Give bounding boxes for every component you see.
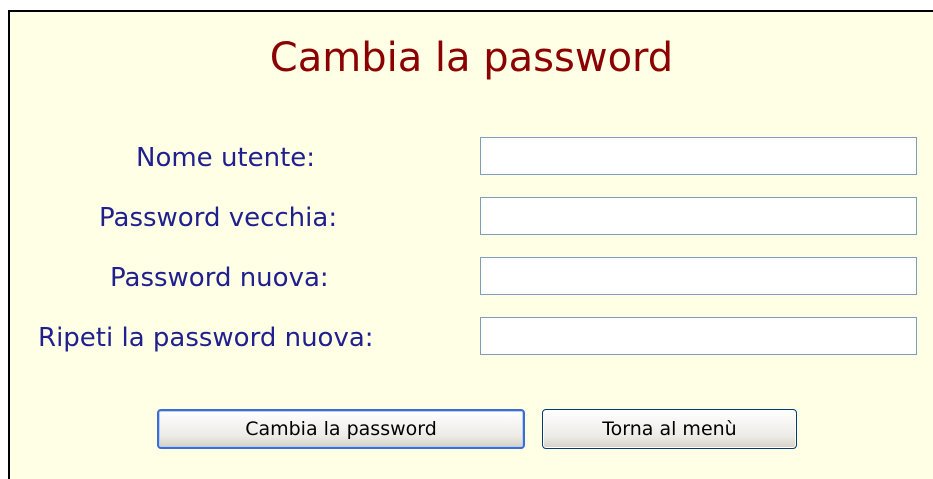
- repeat-password-label: Ripeti la password nuova:: [38, 323, 374, 353]
- username-label: Nome utente:: [136, 143, 316, 173]
- back-to-menu-button[interactable]: Torna al menù: [542, 409, 797, 449]
- new-password-input[interactable]: [480, 257, 917, 295]
- repeat-password-input[interactable]: [480, 317, 917, 355]
- change-password-button[interactable]: Cambia la password: [157, 409, 525, 449]
- change-password-panel: Cambia la password Nome utente: Password…: [8, 10, 933, 479]
- old-password-label: Password vecchia:: [99, 203, 338, 233]
- username-input[interactable]: [480, 137, 917, 175]
- page-title: Cambia la password: [269, 35, 674, 81]
- old-password-input[interactable]: [480, 197, 917, 235]
- new-password-label: Password nuova:: [110, 263, 329, 293]
